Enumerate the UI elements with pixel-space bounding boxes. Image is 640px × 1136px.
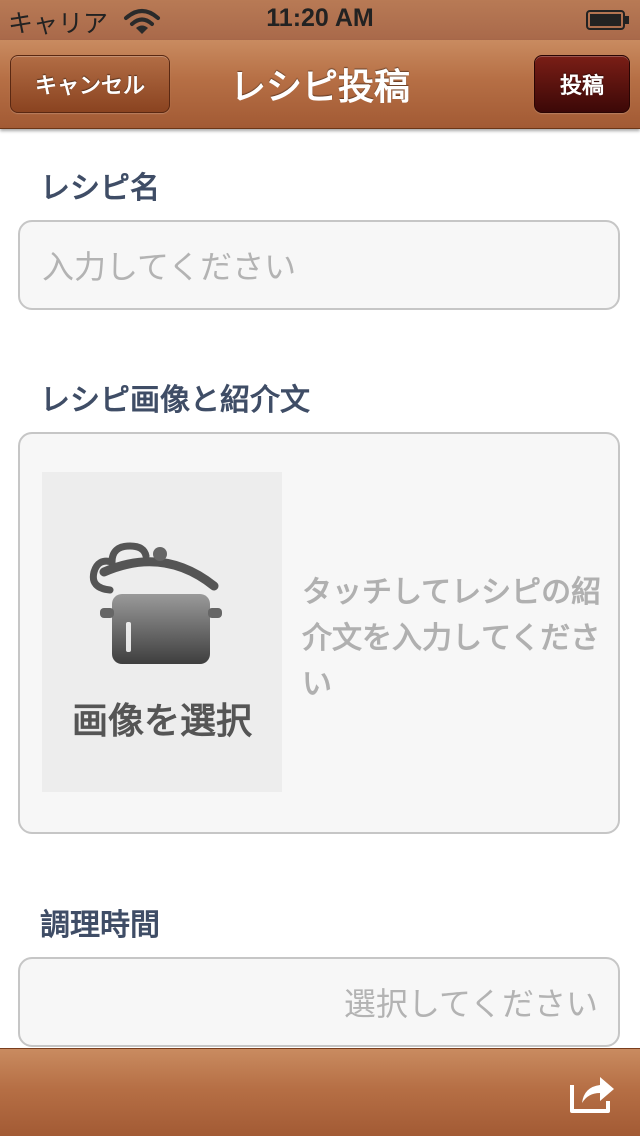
bottom-toolbar [0, 1048, 640, 1136]
post-button[interactable]: 投稿 [534, 55, 630, 113]
cook-time-select[interactable]: 選択してください [18, 957, 620, 1047]
recipe-post-screen: キャリア 11:20 AM キャンセル レシピ投稿 投稿 レシピ名 入力してくだ… [0, 0, 640, 1136]
status-bar: キャリア 11:20 AM [0, 0, 640, 40]
cook-time-label: 調理時間 [40, 908, 160, 943]
recipe-name-placeholder: 入力してください [42, 248, 297, 286]
battery-icon [586, 10, 629, 30]
navigation-bar: キャンセル レシピ投稿 投稿 [0, 40, 640, 129]
cooking-pot-icon [89, 542, 222, 664]
cook-time-placeholder: 選択してください [343, 985, 598, 1023]
image-intro-box: 画像を選択 タッチしてレシピの紹介文を入力してください [18, 432, 620, 834]
share-icon[interactable] [568, 1071, 618, 1115]
recipe-name-label: レシピ名 [40, 171, 160, 206]
recipe-name-field[interactable]: 入力してください [18, 220, 620, 310]
image-intro-label: レシピ画像と紹介文 [40, 383, 310, 418]
select-image-label: 画像を選択 [71, 701, 252, 742]
intro-text-placeholder[interactable]: タッチしてレシピの紹介文を入力してください [302, 570, 602, 708]
select-image-button[interactable]: 画像を選択 [42, 472, 282, 792]
status-time: 11:20 AM [266, 4, 374, 32]
